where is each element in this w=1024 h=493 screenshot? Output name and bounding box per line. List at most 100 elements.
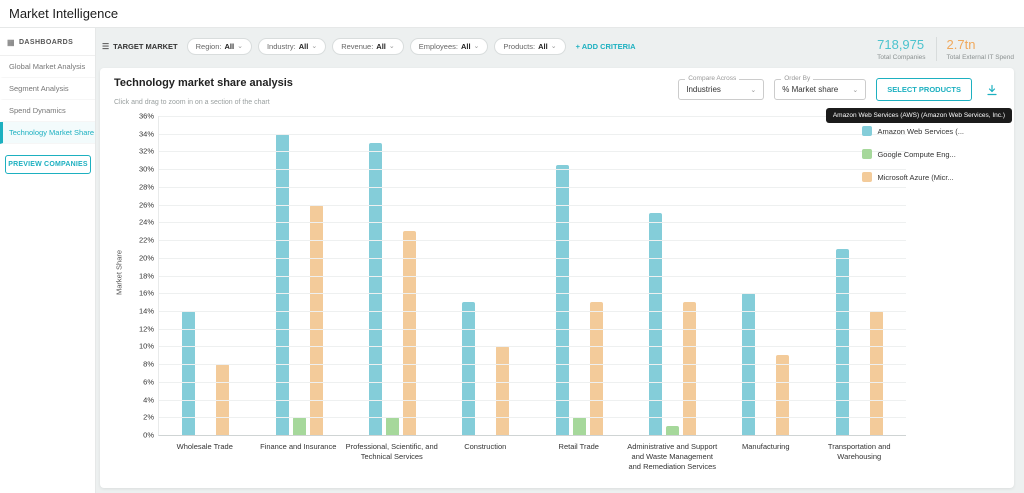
sidebar: ▦ DASHBOARDS Global Market Analysis Segme… <box>0 28 96 493</box>
stat-label: Total External IT Spend <box>946 54 1014 61</box>
filter-chips: Region: All ⌄ Industry: All ⌄ Revenue: All ⌄ Empl… <box>186 37 566 55</box>
stat-label: Total Companies <box>877 54 926 61</box>
summary-stats: 718,975 Total Companies 2.7tn Total Externa… <box>867 28 1024 70</box>
x-label-cell: Construction <box>439 442 533 471</box>
bar-google-compute-eng-finance-and-insurance[interactable] <box>292 417 306 435</box>
x-axis-label: Construction <box>464 442 507 451</box>
y-tick-label: 28% <box>138 182 154 192</box>
y-tick-label: 12% <box>138 324 154 334</box>
gridline <box>159 399 906 401</box>
legend-item-microsoft-azure-micr[interactable]: Microsoft Azure (Micr... <box>862 172 964 182</box>
bar-microsoft-azure-micr-professional-scientific-and-technical-services[interactable] <box>402 231 416 435</box>
y-tick-label: 2% <box>143 412 154 422</box>
x-axis-labels: Wholesale Trade Finance and Insurance Prof… <box>158 442 906 471</box>
chevron-down-icon: ⌄ <box>388 43 395 50</box>
add-criteria-button[interactable]: + ADD CRITERIA <box>576 42 636 51</box>
x-axis-label: Professional, Scientific, and Technical … <box>345 442 438 461</box>
legend-item-amazon-web-services[interactable]: Amazon Web Services (... <box>862 126 964 136</box>
filter-chip-products[interactable]: Products: All ⌄ <box>494 37 566 55</box>
app-header: Market Intelligence <box>0 0 1024 28</box>
legend-item-google-compute-eng[interactable]: Google Compute Eng... <box>862 149 964 159</box>
y-tick-label: 0% <box>143 430 154 440</box>
order-by-select[interactable]: Order By % Market share ⌄ <box>774 75 867 100</box>
legend: Amazon Web Services (... Google Compute E… <box>862 126 964 182</box>
target-market-label: ☰ TARGET MARKET <box>102 42 178 51</box>
y-tick-label: 18% <box>138 271 154 280</box>
chart-card: Technology market share analysis Click a… <box>100 68 1014 488</box>
gridline <box>159 186 906 188</box>
y-tick-label: 4% <box>143 395 154 405</box>
legend-swatch <box>862 149 873 159</box>
bar-amazon-web-services-transportation-and-warehousing[interactable] <box>835 248 849 435</box>
legend-swatch <box>862 126 873 136</box>
dashboards-icon: ▦ <box>7 38 15 47</box>
gridline <box>159 417 906 419</box>
gridline <box>159 381 906 383</box>
chart-subtitle: Click and drag to zoom in on a section o… <box>114 99 270 106</box>
gridline <box>159 310 906 312</box>
x-label-cell: Finance and Insurance <box>252 442 346 471</box>
chip-value: All <box>460 41 471 51</box>
compare-across-label: Compare Across <box>685 75 740 82</box>
x-label-cell: Professional, Scientific, and Technical … <box>345 442 439 471</box>
filter-chip-revenue[interactable]: Revenue: All ⌄ <box>332 37 404 55</box>
sidebar-item-spend-dynamics[interactable]: Spend Dynamics <box>0 100 95 122</box>
sidebar-item-technology-market-share[interactable]: Technology Market Share <box>0 122 95 144</box>
gridline <box>159 275 906 277</box>
select-products-button[interactable]: SELECT PRODUCTS <box>876 78 972 101</box>
download-icon[interactable] <box>982 80 1002 100</box>
filter-chip-region[interactable]: Region: All ⌄ <box>186 37 252 55</box>
filter-chip-employees[interactable]: Employees: All ⌄ <box>409 37 489 55</box>
bar-microsoft-azure-micr-administrative-and-support-and-waste-management-and-remediation-services[interactable] <box>683 302 697 435</box>
bar-amazon-web-services-administrative-and-support-and-waste-management-and-remediation-services[interactable] <box>649 213 663 435</box>
chevron-down-icon: ⌄ <box>852 86 859 94</box>
bar-google-compute-eng-retail-trade[interactable] <box>572 417 586 435</box>
gridline <box>159 222 906 224</box>
chevron-down-icon: ⌄ <box>750 86 757 94</box>
bar-google-compute-eng-professional-scientific-and-technical-services[interactable] <box>385 417 399 435</box>
preview-companies-button[interactable]: PREVIEW COMPANIES <box>5 155 91 174</box>
chevron-down-icon: ⌄ <box>550 43 557 50</box>
bar-microsoft-azure-micr-construction[interactable] <box>496 346 510 435</box>
sidebar-items: Global Market Analysis Segment Analysis Sp… <box>0 56 95 144</box>
order-by-label: Order By <box>781 75 814 82</box>
gridline <box>159 151 906 153</box>
gridline <box>159 169 906 171</box>
x-axis-label: Administrative and Support and Waste Man… <box>627 442 718 471</box>
chart-tooltip: Amazon Web Services (AWS) (Amazon Web Se… <box>825 108 1012 123</box>
gridline <box>159 328 906 330</box>
bar-amazon-web-services-construction[interactable] <box>462 302 476 435</box>
bar-amazon-web-services-finance-and-insurance[interactable] <box>275 133 289 435</box>
sidebar-item-segment-analysis[interactable]: Segment Analysis <box>0 78 95 100</box>
target-market-text: TARGET MARKET <box>113 41 178 51</box>
stat-total-external-it-spend: 2.7tn Total External IT Spend <box>937 37 1024 61</box>
bar-microsoft-azure-micr-manufacturing[interactable] <box>776 355 790 435</box>
y-tick-label: 10% <box>138 341 154 351</box>
sidebar-item-global-market-analysis[interactable]: Global Market Analysis <box>0 56 95 78</box>
chevron-down-icon: ⌄ <box>311 43 318 50</box>
stat-total-companies: 718,975 Total Companies <box>867 37 935 61</box>
chart-title: Technology market share analysis <box>114 77 293 89</box>
gridline <box>159 204 906 206</box>
compare-across-select[interactable]: Compare Across Industries ⌄ <box>678 75 765 100</box>
legend-label: Google Compute Eng... <box>877 149 956 159</box>
chip-label: Products: <box>503 41 536 51</box>
gridline <box>159 240 906 242</box>
y-tick-label: 14% <box>138 306 154 316</box>
y-tick-label: 22% <box>138 235 154 245</box>
legend-label: Microsoft Azure (Micr... <box>877 172 954 182</box>
chart-controls: Compare Across Industries ⌄ Order By % M… <box>678 75 1002 101</box>
plot-area[interactable]: 0% 2% 4% 6% 8% 10% 12% 14% 16% 18% 20% 22% 24% 26% 28%… <box>139 112 906 440</box>
bar-microsoft-azure-micr-retail-trade[interactable] <box>589 302 603 435</box>
gridline <box>159 257 906 259</box>
y-tick-label: 32% <box>138 146 154 156</box>
x-label-cell: Administrative and Support and Waste Man… <box>626 442 720 471</box>
filter-chip-industry[interactable]: Industry: All ⌄ <box>257 37 327 55</box>
order-by-value: % Market share <box>782 85 839 94</box>
legend-label: Amazon Web Services (... <box>877 126 964 136</box>
y-tick-label: 24% <box>138 217 154 227</box>
x-axis-label: Retail Trade <box>558 442 599 451</box>
chip-value: All <box>538 41 548 51</box>
bar-google-compute-eng-administrative-and-support-and-waste-management-and-remediation-services[interactable] <box>666 426 680 435</box>
y-tick-label: 8% <box>143 359 154 369</box>
